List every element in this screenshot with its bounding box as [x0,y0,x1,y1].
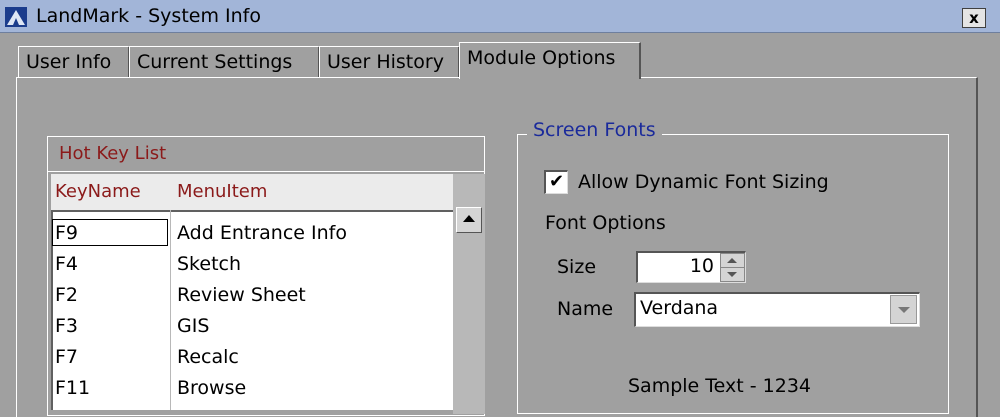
module-options-panel [16,77,978,417]
landmark-app-icon [5,7,27,27]
close-button[interactable]: x [962,8,986,28]
tab-module-options[interactable]: Module Options [459,42,641,79]
window-title: LandMark - System Info [36,5,261,27]
tab-current-settings[interactable]: Current Settings [129,46,320,78]
tab-user-info[interactable]: User Info [18,46,130,78]
title-bar: LandMark - System Info x [0,0,1000,33]
tab-user-history[interactable]: User History [319,46,460,78]
